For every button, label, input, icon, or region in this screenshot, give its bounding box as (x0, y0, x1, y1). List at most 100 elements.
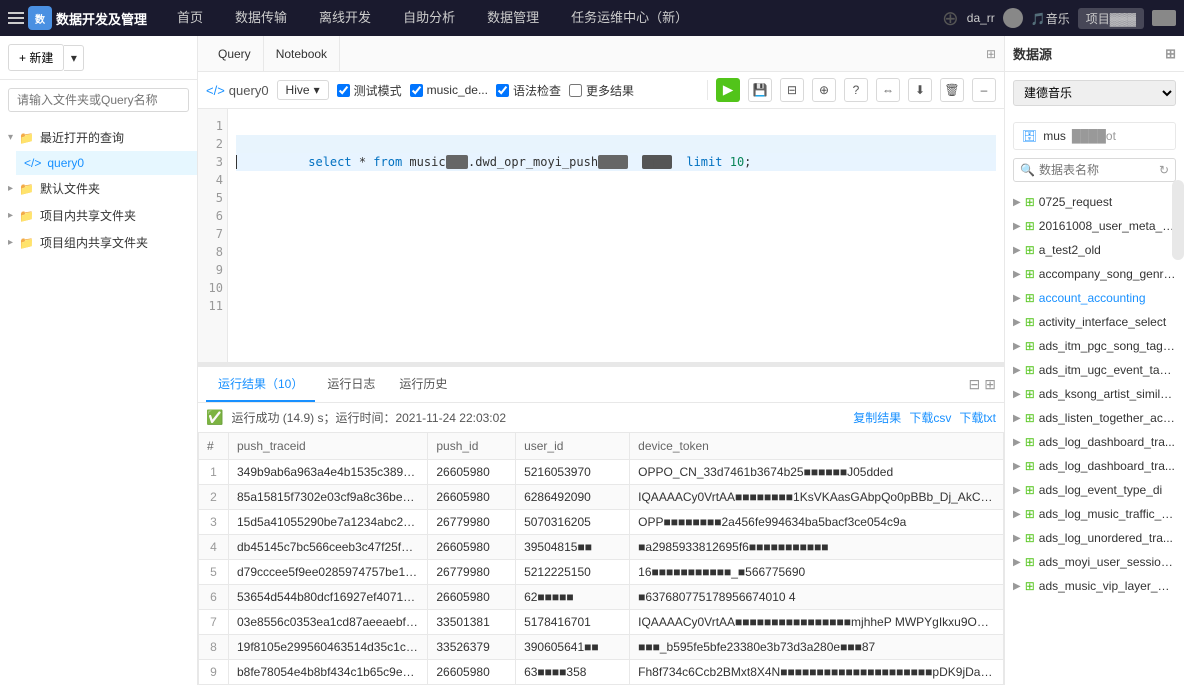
search-input[interactable] (8, 88, 189, 112)
code-line-5 (236, 189, 996, 207)
table-name-label: 20161008_user_meta_in... (1039, 219, 1176, 233)
delete-button[interactable]: 🗑 (940, 78, 964, 102)
nav-data-mgmt[interactable]: 数据管理 (473, 0, 553, 36)
new-button-arrow[interactable]: ▾ (64, 45, 84, 71)
syntax-check-label: 语法检查 (513, 82, 561, 99)
cell-user-id: 5178416701 (516, 610, 630, 635)
table-search-input[interactable] (1039, 163, 1155, 177)
new-button[interactable]: + 新建 (8, 44, 64, 71)
expand-arrow-icon: ▶ (1013, 389, 1021, 400)
refresh-icon[interactable]: ↻ (1159, 163, 1169, 177)
tab-query[interactable]: Query (206, 36, 264, 72)
table-list-item[interactable]: ▶ ⊞ ads_itm_pgc_song_tag_... (1005, 334, 1184, 358)
share-button[interactable]: ⊕ (812, 78, 836, 102)
save-button[interactable]: 💾 (748, 78, 772, 102)
cell-device-token: IQAAAACy0VrtAA■■■■■■■■■■■■■■■■mjhheP MWP… (630, 610, 1004, 635)
more-results-checkbox[interactable]: 更多结果 (569, 82, 634, 99)
maximize-icon[interactable]: ⊞ (984, 376, 996, 393)
table-list-item[interactable]: ▶ ⊞ ads_listen_together_acti... (1005, 406, 1184, 430)
hive-selector[interactable]: Hive ▾ (277, 80, 329, 100)
editor-content[interactable]: select * from music■■.dwd_opr_moyi_push■… (228, 109, 1004, 362)
table-list-item[interactable]: ▶ ⊞ activity_interface_select (1005, 310, 1184, 334)
table-list-item[interactable]: ▶ ⊞ accompany_song_genre... (1005, 262, 1184, 286)
tab-history[interactable]: 运行历史 (387, 367, 459, 402)
table-icon: ⊞ (1025, 267, 1035, 281)
expand-button[interactable]: ⇔ (876, 78, 900, 102)
format-button[interactable]: ⊟ (780, 78, 804, 102)
music-db-input[interactable] (410, 84, 423, 97)
nav-project[interactable]: 项目▓▓▓ (1078, 8, 1144, 29)
nav-offline-dev[interactable]: 离线开发 (305, 0, 385, 36)
logo-text: 数据开发及管理 (56, 9, 147, 28)
music-db-checkbox[interactable]: music_de... (410, 83, 488, 97)
tree-item-group-share[interactable]: ▸ 📁 项目组内共享文件夹 (0, 229, 197, 256)
table-list-item[interactable]: ▶ ⊞ 0725_request (1005, 190, 1184, 214)
db-name: mus (1043, 129, 1066, 143)
test-mode-checkbox[interactable]: 测试模式 (337, 82, 402, 99)
table-list-item[interactable]: ▶ ⊞ ads_log_dashboard_tra... (1005, 430, 1184, 454)
minimize-icon[interactable]: ⊟ (969, 376, 981, 393)
table-name-label: ads_moyi_user_session... (1039, 555, 1176, 569)
cell-row-num: 5 (199, 560, 229, 585)
nav-music[interactable]: 🎵音乐 (1031, 10, 1070, 27)
nav-task-ops[interactable]: 任务运维中心（新） (557, 0, 702, 36)
table-list-item[interactable]: ▶ ⊞ ads_ksong_artist_similar... (1005, 382, 1184, 406)
table-icon: ⊞ (1025, 411, 1035, 425)
download-button[interactable]: ⬇ (908, 78, 932, 102)
cell-device-token: ■■■_b595fe5bfe23380e3b73d3a280e■■■87 (630, 635, 1004, 660)
tab-results[interactable]: 运行结果（10） (206, 367, 315, 402)
table-list-item[interactable]: ▶ ⊞ ads_itm_ugc_event_tag... (1005, 358, 1184, 382)
nav-user: da_rr (967, 11, 995, 25)
syntax-check-checkbox[interactable]: 语法检查 (496, 82, 561, 99)
run-button[interactable]: ▶ (716, 78, 740, 102)
table-list-item[interactable]: ▶ ⊞ ads_log_dashboard_tra... (1005, 454, 1184, 478)
nav-analysis[interactable]: 自助分析 (389, 0, 469, 36)
cell-device-token: OPPO_CN_33d7461b3674b25■■■■■■J05dded (630, 460, 1004, 485)
cell-row-num: 3 (199, 510, 229, 535)
table-list-item[interactable]: ▶ ⊞ a_test2_old (1005, 238, 1184, 262)
editor-toolbar: </> query0 Hive ▾ 测试模式 music_de... 语法检查 (198, 72, 1004, 109)
table-icon: ⊞ (1025, 339, 1035, 353)
tree-item-recent[interactable]: ▾ 📁 最近打开的查询 (0, 124, 197, 151)
download-txt-button[interactable]: 下载txt (959, 409, 996, 426)
nav-data-transfer[interactable]: 数据传输 (221, 0, 301, 36)
test-mode-input[interactable] (337, 84, 350, 97)
db-item[interactable]: 🗄 mus ████ot (1013, 122, 1176, 150)
table-name-label: ads_listen_together_acti... (1039, 411, 1176, 425)
tree-item-project-share[interactable]: ▸ 📁 项目内共享文件夹 (0, 202, 197, 229)
table-list-item[interactable]: ▶ ⊞ account_accounting (1005, 286, 1184, 310)
expand-arrow-icon: ▶ (1013, 221, 1021, 232)
add-icon[interactable]: ⊕ (942, 6, 959, 31)
right-panel: 数据源 ⊞ 建德音乐 🗄 mus ████ot 🔍 ↻ ▶ ⊞ 0725_req… (1004, 36, 1184, 685)
table-name-label: ads_itm_ugc_event_tag... (1039, 363, 1176, 377)
tab-log[interactable]: 运行日志 (315, 367, 387, 402)
table-name-label: ads_log_dashboard_tra... (1039, 459, 1176, 473)
help-button[interactable]: ? (844, 78, 868, 102)
hamburger-menu[interactable] (8, 12, 24, 24)
tree-item-query0[interactable]: </> query0 (16, 151, 197, 175)
table-list-item[interactable]: ▶ ⊞ ads_moyi_user_session... (1005, 550, 1184, 574)
table-list-item[interactable]: ▶ ⊞ ads_log_unordered_tra... (1005, 526, 1184, 550)
syntax-check-input[interactable] (496, 84, 509, 97)
cell-row-num: 6 (199, 585, 229, 610)
collapse-button[interactable]: – (972, 78, 996, 102)
table-name-label: ads_music_vip_layer_ne... (1039, 579, 1176, 593)
download-csv-button[interactable]: 下载csv (909, 409, 951, 426)
right-panel-collapse[interactable]: ⊞ (1165, 46, 1176, 62)
more-results-input[interactable] (569, 84, 582, 97)
nav-home[interactable]: 首页 (163, 0, 217, 36)
table-list-item[interactable]: ▶ ⊞ 20161008_user_meta_in... (1005, 214, 1184, 238)
copy-button[interactable]: 复制结果 (853, 409, 901, 426)
table-list-item[interactable]: ▶ ⊞ ads_music_vip_layer_ne... (1005, 574, 1184, 598)
cell-user-id: 5216053970 (516, 460, 630, 485)
table-list-item[interactable]: ▶ ⊞ ads_log_event_type_di (1005, 478, 1184, 502)
table-list-item[interactable]: ▶ ⊞ ads_log_music_traffic_fl... (1005, 502, 1184, 526)
code-line-8 (236, 243, 996, 261)
split-icon[interactable]: ⊞ (986, 47, 996, 61)
cell-push-id: 26779980 (428, 510, 516, 535)
cell-device-token: ■a2985933812695f6■■■■■■■■■■■ (630, 535, 1004, 560)
tree-item-default[interactable]: ▸ 📁 默认文件夹 (0, 175, 197, 202)
table-icon: ⊞ (1025, 243, 1035, 257)
datasource-select[interactable]: 建德音乐 (1013, 80, 1176, 106)
tab-notebook[interactable]: Notebook (264, 36, 340, 72)
